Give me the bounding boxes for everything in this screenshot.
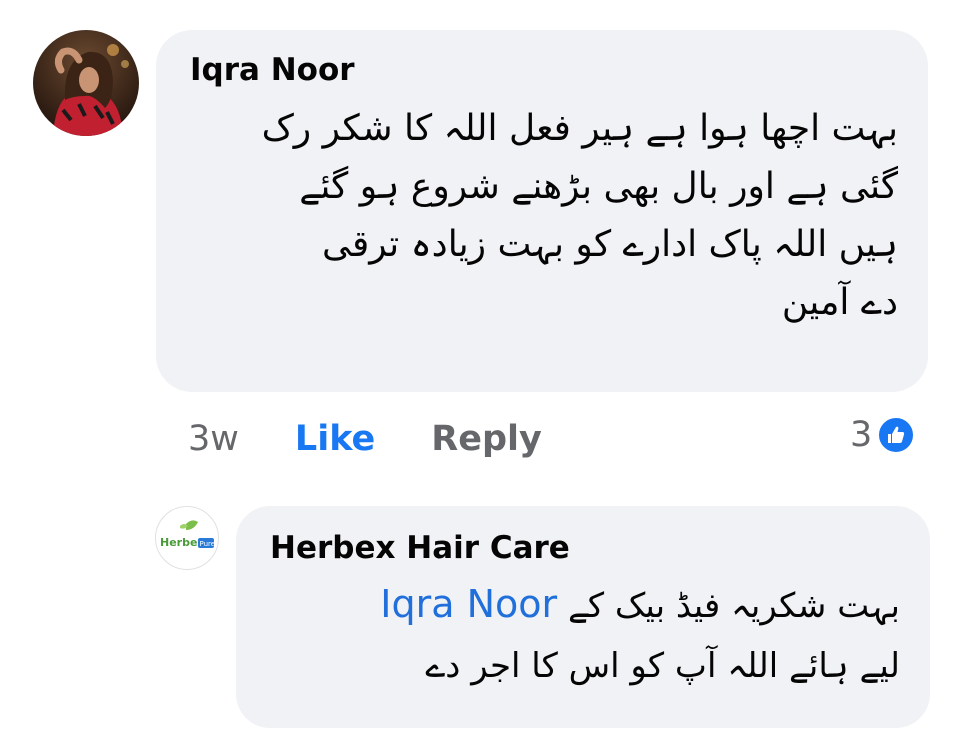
reply-author-name[interactable]: Herbex Hair Care	[270, 528, 900, 568]
comment-author-name[interactable]: Iqra Noor	[190, 50, 898, 90]
thumbs-up-icon	[876, 415, 917, 455]
page-avatar[interactable]: Herbex Pure	[155, 506, 219, 570]
comment-timestamp[interactable]: 3w	[188, 419, 239, 459]
comment-text: بہت اچھا ہوا ہے ہیر فعل اللہ کا شکر رک گ…	[190, 100, 898, 332]
comment-bubble: Iqra Noor بہت اچھا ہوا ہے ہیر فعل اللہ ک…	[156, 30, 928, 392]
comment-text-line: گئی ہے اور بال بھی بڑھنے شروع ہو گئے	[299, 166, 898, 207]
reply-text-line: بہت شکریہ فیڈ بیک کے Iqra Noor	[270, 574, 900, 636]
mention-link[interactable]: Iqra Noor	[380, 582, 557, 626]
reaction-count: 3	[850, 415, 873, 455]
comment-actions: 3w Like Reply	[188, 414, 542, 464]
reply-button[interactable]: Reply	[431, 419, 542, 459]
comment-text-line: دے آمین	[781, 282, 898, 323]
logo-text: Herbex	[160, 536, 205, 549]
herbex-logo-icon: Herbex Pure	[160, 520, 216, 549]
reply-text: بہت شکریہ فیڈ بیک کے Iqra Noor لیے ہائے …	[270, 574, 900, 696]
comment-text-line: ہیں اللہ پاک ادارے کو بہت زیادہ ترقی	[322, 224, 898, 265]
logo-badge-text: Pure	[200, 540, 216, 548]
comment-text-line: بہت اچھا ہوا ہے ہیر فعل اللہ کا شکر رک	[261, 108, 898, 149]
reply-line-1-text: بہت شکریہ فیڈ بیک کے	[567, 586, 900, 626]
reaction-summary[interactable]: 3	[850, 410, 917, 460]
avatar-photo	[33, 30, 139, 136]
commenter-avatar[interactable]	[33, 30, 139, 136]
reply-text-line: لیے ہائے اللہ آپ کو اس کا اجر دے	[425, 646, 900, 686]
like-button[interactable]: Like	[295, 419, 375, 459]
reply-bubble: Herbex Hair Care بہت شکریہ فیڈ بیک کے Iq…	[236, 506, 930, 728]
